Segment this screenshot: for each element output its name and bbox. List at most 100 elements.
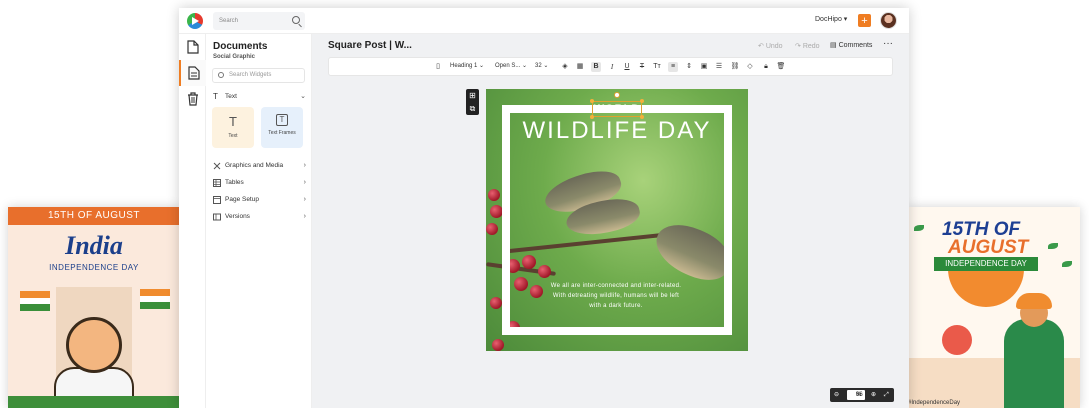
- chevron-right-icon: ›: [303, 179, 306, 186]
- font-size-select[interactable]: 32 ⌄: [535, 62, 548, 69]
- world-text: WORLD: [593, 103, 641, 115]
- search-icon[interactable]: [292, 16, 300, 24]
- comment-icon: ▤: [830, 42, 839, 49]
- versions-icon: [213, 213, 221, 221]
- fullscreen-icon[interactable]: ⤢: [884, 388, 889, 402]
- section-label: Graphics and Media: [225, 162, 284, 169]
- duplicate-icon[interactable]: ⧉: [466, 102, 479, 115]
- trash-icon[interactable]: 🗑︎: [776, 62, 786, 72]
- zoom-value[interactable]: 86 %: [847, 390, 865, 400]
- chevron-right-icon: ›: [303, 213, 306, 220]
- text-case-button[interactable]: Tт: [652, 62, 662, 72]
- caption-text[interactable]: We all are inter-connected and inter-rel…: [536, 281, 696, 311]
- widget-search-input[interactable]: Search Widgets: [212, 68, 305, 83]
- zoom-out-icon[interactable]: ⊖: [834, 388, 839, 402]
- text-frame-icon: T: [276, 114, 288, 126]
- bird-icon: [1062, 261, 1072, 267]
- comments-label: Comments: [838, 42, 873, 49]
- section-versions[interactable]: Versions ›: [213, 211, 306, 223]
- promo-banner: 15TH OF AUGUST: [8, 207, 180, 225]
- dochipo-logo-icon[interactable]: [187, 13, 203, 29]
- chevron-right-icon: ›: [303, 162, 306, 169]
- icon-rail: [179, 34, 206, 408]
- widget-tile-text[interactable]: T Text: [212, 107, 254, 148]
- promo-subtitle: INDEPENDENCE DAY: [49, 263, 139, 272]
- redo-label: Redo: [802, 43, 820, 50]
- more-menu-button[interactable]: ···: [883, 38, 893, 49]
- undo-button[interactable]: ↶ Undo: [758, 42, 783, 50]
- document-title[interactable]: Square Post | W...: [328, 40, 412, 51]
- layers-icon[interactable]: ◇: [745, 62, 755, 72]
- man-illustration-face: [66, 317, 122, 373]
- undo-icon: ↶: [758, 43, 766, 50]
- search-input[interactable]: Search: [213, 12, 305, 30]
- trash-icon: [187, 92, 198, 106]
- page-setup-icon: [213, 196, 221, 204]
- align-center-icon[interactable]: ≡: [668, 62, 678, 72]
- undo-label: Undo: [765, 43, 783, 50]
- promo-line-2: AUGUST: [948, 237, 1029, 258]
- caption-line: with a dark future.: [589, 303, 643, 309]
- bold-button[interactable]: B: [591, 62, 601, 72]
- tricolor-arch: [948, 269, 1024, 307]
- document-icon: [186, 40, 199, 54]
- section-graphics-media[interactable]: Graphics and Media ›: [213, 160, 306, 172]
- sun-illustration: [942, 325, 972, 355]
- text-frame-icon[interactable]: ▣: [699, 62, 709, 72]
- shapes-icon: [213, 162, 221, 170]
- chevron-down-icon: ⌄: [300, 93, 306, 100]
- berry: [490, 297, 502, 309]
- promo-hashtag: #IndependenceDay: [908, 400, 961, 406]
- search-icon: [218, 72, 224, 78]
- rail-documents[interactable]: [179, 34, 206, 60]
- section-tables[interactable]: Tables ›: [213, 177, 306, 189]
- section-text[interactable]: T Text ⌄: [213, 91, 306, 103]
- tile-label: Text Frames: [268, 130, 296, 136]
- design-page[interactable]: WORLD WILDLIFE DAY We all are inter-conn…: [486, 89, 748, 351]
- font-family-select[interactable]: Open S... ⌄: [495, 62, 527, 69]
- create-button[interactable]: +: [858, 14, 871, 27]
- heading-value: Heading 1: [450, 63, 478, 69]
- text-icon: T: [213, 92, 218, 101]
- highlight-icon[interactable]: ▦: [575, 62, 585, 72]
- caption-line: With detreating wildlife, humans will be…: [552, 293, 680, 299]
- resize-handle[interactable]: [590, 99, 594, 103]
- line-spacing-icon[interactable]: ⇕: [684, 62, 694, 72]
- rail-social-graphic[interactable]: [179, 60, 206, 86]
- redo-button[interactable]: ↷ Redo: [795, 42, 820, 50]
- grid-icon[interactable]: ⊞: [466, 89, 479, 102]
- widget-tile-text-frames[interactable]: T Text Frames: [261, 107, 303, 148]
- heading-style-select[interactable]: Heading 1 ⌄: [450, 62, 484, 69]
- underline-button[interactable]: U: [622, 62, 632, 72]
- resize-handle[interactable]: [640, 99, 644, 103]
- turban-illustration: [1016, 293, 1052, 309]
- zoom-in-icon[interactable]: ⊕: [871, 388, 876, 402]
- rotate-handle[interactable]: [614, 92, 620, 98]
- text-color-icon[interactable]: ◈: [560, 62, 570, 72]
- panel-subtitle: Social Graphic: [213, 54, 256, 60]
- lock-icon[interactable]: 🔒︎: [761, 62, 771, 72]
- rail-trash[interactable]: [179, 86, 206, 112]
- italic-button[interactable]: I: [607, 62, 617, 72]
- link-icon[interactable]: ⛓: [730, 62, 740, 72]
- bird-icon: [914, 225, 924, 231]
- canvas-area: Square Post | W... ↶ Undo ↷ Redo ▤ Comme…: [312, 34, 909, 408]
- promo-ribbon: INDEPENDENCE DAY: [934, 257, 1038, 271]
- widgets-panel: Documents Social Graphic Search Widgets …: [206, 34, 312, 408]
- berry: [488, 189, 500, 201]
- widget-search-placeholder: Search Widgets: [229, 72, 272, 78]
- section-label: Text: [225, 93, 237, 100]
- caption-line: We all are inter-connected and inter-rel…: [550, 283, 682, 289]
- section-page-setup[interactable]: Page Setup ›: [213, 194, 306, 206]
- strikethrough-button[interactable]: T: [637, 62, 647, 72]
- berry: [492, 339, 504, 351]
- comments-button[interactable]: ▤ Comments: [830, 41, 872, 49]
- clipboard-icon[interactable]: ▯: [433, 62, 443, 72]
- tile-label: Text: [228, 133, 238, 139]
- world-text-box[interactable]: WORLD: [590, 99, 644, 119]
- avatar[interactable]: [880, 12, 897, 29]
- account-dropdown[interactable]: DocHipo ▾: [815, 15, 847, 23]
- editor-window: Search DocHipo ▾ + Documents Social Grap…: [179, 8, 909, 408]
- list-icon[interactable]: ☰: [714, 62, 724, 72]
- headline-text[interactable]: WILDLIFE DAY: [486, 117, 748, 145]
